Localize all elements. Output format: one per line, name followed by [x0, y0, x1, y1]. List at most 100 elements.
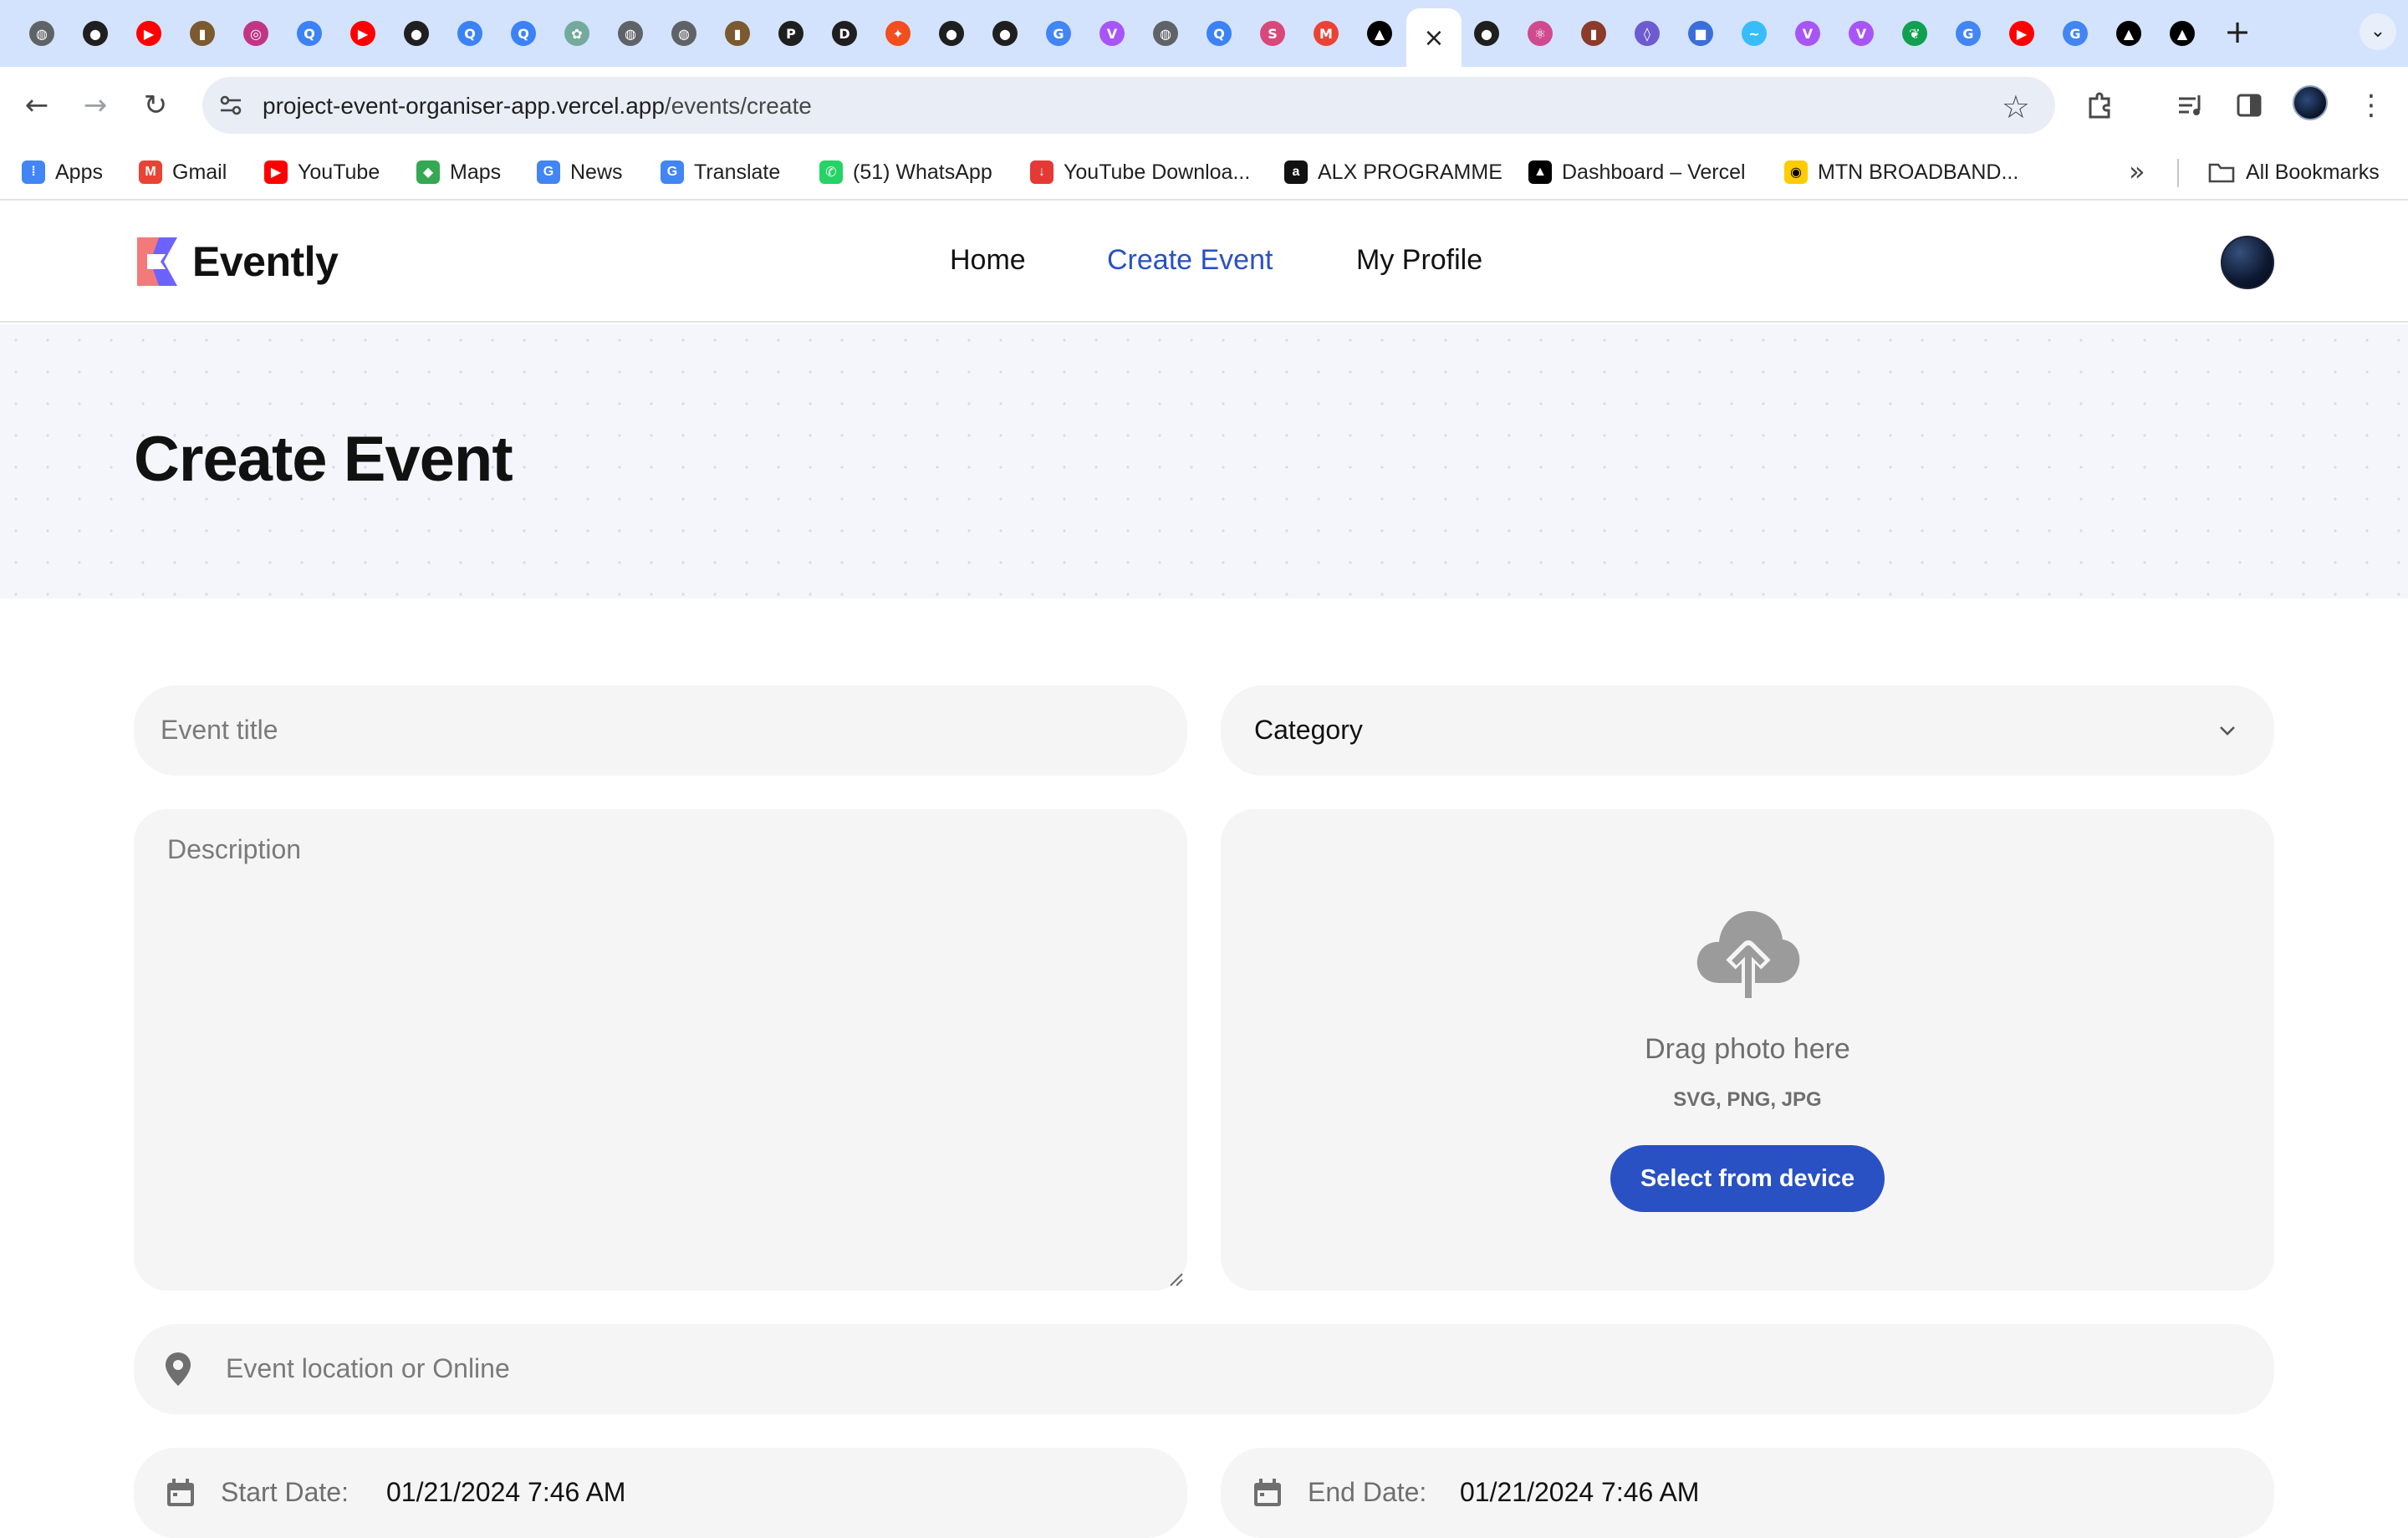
bookmark-star-icon[interactable]: ☆ — [2002, 89, 2030, 125]
browser-tab-active[interactable]: × — [1406, 8, 1462, 67]
extensions-icon[interactable] — [2080, 85, 2120, 125]
user-avatar[interactable] — [2221, 236, 2274, 289]
nav-create-event[interactable]: Create Event — [1107, 244, 1273, 277]
browser-tab[interactable]: Q — [284, 13, 334, 53]
start-date-label: Start Date: — [221, 1477, 349, 1507]
bookmark-item[interactable]: ↓ YouTube Downloa... — [1030, 155, 1250, 189]
bookmark-item[interactable]: G News — [537, 155, 623, 189]
browser-tab[interactable]: ● — [391, 13, 441, 53]
back-icon[interactable]: ← — [17, 85, 57, 125]
site-settings-icon[interactable] — [217, 92, 244, 119]
browser-tab[interactable]: ▮ — [1569, 13, 1619, 53]
description-textarea[interactable]: Description — [134, 809, 1187, 1291]
bookmark-label: MTN BROADBAND... — [1818, 160, 2019, 184]
browser-tab[interactable]: ~ — [1729, 13, 1779, 53]
browser-tab[interactable]: ✦ — [873, 13, 923, 53]
browser-tab[interactable]: ▮ — [177, 13, 227, 53]
reload-icon[interactable]: ↻ — [135, 85, 176, 125]
browser-tab[interactable]: ❦ — [1890, 13, 1940, 53]
start-date-value[interactable]: 01/21/2024 7:46 AM — [386, 1477, 625, 1508]
media-control-icon[interactable] — [2171, 85, 2211, 125]
browser-tab[interactable]: ▮ — [712, 13, 763, 53]
d-icon: D — [832, 21, 857, 46]
browser-tab[interactable]: G — [1943, 13, 1993, 53]
browser-tab[interactable]: S — [1247, 13, 1298, 53]
more-bookmarks-icon[interactable]: » — [2129, 155, 2145, 187]
browser-tab[interactable]: ● — [980, 13, 1030, 53]
all-bookmarks-folder[interactable]: All Bookmarks — [2207, 155, 2380, 189]
instagram-icon: ◎ — [243, 21, 268, 46]
address-bar[interactable]: project-event-organiser-app.vercel.app/e… — [202, 77, 2055, 134]
browser-tab[interactable]: ◍ — [17, 13, 67, 53]
resize-handle-icon[interactable] — [1167, 1271, 1184, 1287]
bookmark-item[interactable]: ▲ Dashboard – Vercel — [1528, 155, 1746, 189]
folder-icon — [2208, 163, 2235, 183]
browser-tab[interactable]: ▶ — [124, 13, 174, 53]
browser-tab[interactable]: ▶ — [1997, 13, 2047, 53]
bookmark-item[interactable]: ⁞ Apps — [22, 155, 103, 189]
browser-tab[interactable]: Q — [445, 13, 495, 53]
download-icon: ↓ — [1030, 160, 1054, 184]
globe-icon: ◍ — [1153, 21, 1178, 46]
bookmark-item[interactable]: G Translate — [661, 155, 780, 189]
browser-tab[interactable]: G — [2050, 13, 2100, 53]
browser-tab[interactable]: ◊ — [1622, 13, 1672, 53]
category-select[interactable]: Category — [1221, 685, 2274, 776]
browser-tab[interactable]: ■ — [1676, 13, 1726, 53]
browser-tab[interactable]: ◍ — [659, 13, 709, 53]
browser-tab[interactable]: ▲ — [2157, 13, 2207, 53]
bookmark-item[interactable]: ◆ Maps — [416, 155, 501, 189]
bookmark-item[interactable]: ◉ MTN BROADBAND... — [1784, 155, 2018, 189]
browser-tab[interactable]: M — [1301, 13, 1351, 53]
bookmark-item[interactable]: a ALX PROGRAMME — [1284, 155, 1502, 189]
browser-tab[interactable]: V — [1783, 13, 1833, 53]
calendar-icon — [1254, 1479, 1281, 1506]
forward-icon[interactable]: → — [75, 85, 115, 125]
select-from-device-button[interactable]: Select from device — [1610, 1145, 1885, 1212]
browser-tab[interactable]: ● — [70, 13, 120, 53]
browser-tab[interactable]: G — [1033, 13, 1084, 53]
bookmark-label: Apps — [55, 160, 103, 184]
image-icon: ▮ — [190, 21, 215, 46]
bookmark-label: Translate — [694, 160, 781, 184]
nav-home[interactable]: Home — [950, 244, 1026, 277]
end-date-label: End Date: — [1308, 1477, 1427, 1507]
tab-search-button[interactable]: ⌄ — [2360, 13, 2396, 50]
event-title-input[interactable]: Event title — [134, 685, 1187, 776]
close-tab-icon[interactable]: × — [1423, 23, 1444, 53]
browser-tab[interactable]: ◍ — [1140, 13, 1191, 53]
browser-tab[interactable]: V — [1836, 13, 1886, 53]
browser-tab[interactable]: D — [819, 13, 870, 53]
browser-tab[interactable]: ▲ — [2104, 13, 2154, 53]
vite-icon: V — [1849, 21, 1874, 46]
browser-tab[interactable]: ◍ — [605, 13, 656, 53]
start-date-field[interactable]: Start Date: 01/21/2024 7:46 AM — [134, 1448, 1187, 1538]
side-panel-icon[interactable] — [2229, 85, 2269, 125]
browser-profile-avatar[interactable] — [2293, 85, 2328, 120]
bookmark-item[interactable]: M Gmail — [139, 155, 227, 189]
bookmark-item[interactable]: ✆ (51) WhatsApp — [819, 155, 992, 189]
browser-tab[interactable]: ◎ — [231, 13, 281, 53]
nav-my-profile[interactable]: My Profile — [1356, 244, 1482, 277]
brand-logo[interactable]: Evently — [134, 236, 339, 288]
browser-tab[interactable]: ▶ — [338, 13, 388, 53]
browser-tab[interactable]: Q — [1194, 13, 1244, 53]
new-tab-button[interactable]: + — [2221, 15, 2254, 48]
photo-upload-dropzone[interactable]: Drag photo here SVG, PNG, JPG Select fro… — [1221, 809, 2274, 1291]
browser-tab[interactable]: ● — [1462, 13, 1512, 53]
browser-tab[interactable]: Q — [498, 13, 548, 53]
event-location-input[interactable]: Event location or Online — [134, 1324, 2274, 1414]
bookmark-label: YouTube Downloa... — [1064, 160, 1251, 184]
browser-tab[interactable]: ▲ — [1354, 13, 1405, 53]
browser-tab[interactable]: ● — [926, 13, 977, 53]
browser-tab[interactable]: ⚛ — [1515, 13, 1565, 53]
end-date-value[interactable]: 01/21/2024 7:46 AM — [1460, 1477, 1699, 1508]
more-options-icon[interactable]: ⋮ — [2351, 85, 2391, 125]
url-text[interactable]: project-event-organiser-app.vercel.app/e… — [263, 93, 812, 120]
browser-tab[interactable]: ✿ — [552, 13, 602, 53]
bottle-icon: ▮ — [1581, 21, 1606, 46]
browser-tab[interactable]: P — [766, 13, 816, 53]
browser-tab[interactable]: V — [1087, 13, 1137, 53]
bookmark-item[interactable]: ▶ YouTube — [264, 155, 380, 189]
end-date-field[interactable]: End Date: 01/21/2024 7:46 AM — [1221, 1448, 2274, 1538]
